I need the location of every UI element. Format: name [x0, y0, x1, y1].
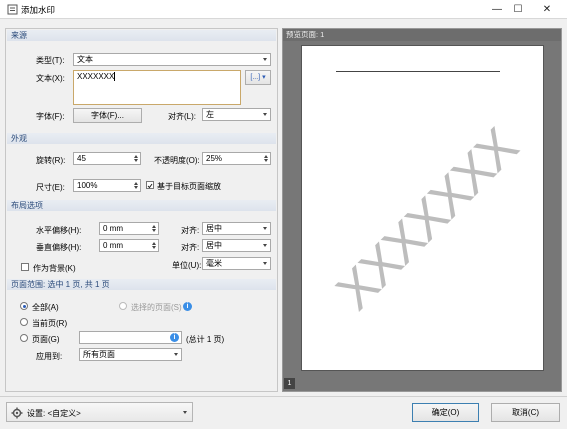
preview-page: XXXXXXX [301, 45, 544, 371]
pages-radio[interactable] [20, 334, 28, 342]
info-icon: i [183, 302, 192, 311]
rotate-spinner[interactable]: 45 [73, 152, 141, 165]
font-button[interactable]: 字体(F)... [73, 108, 142, 123]
apply-select[interactable]: 所有页面 [79, 348, 182, 361]
total-pages-text: (总计 1 页) [186, 335, 225, 344]
preview-header: 预览页面: 1 [283, 29, 561, 41]
close-button[interactable]: ✕ [534, 0, 560, 19]
apply-label: 应用到: [36, 352, 63, 361]
all-pages-label: 全部(A) [32, 303, 59, 312]
opacity-spinner[interactable]: 25% [202, 152, 271, 165]
size-label: 尺寸(E): [36, 183, 65, 192]
source-header: 来源 [7, 30, 276, 41]
valign-label: 对齐: [181, 243, 200, 252]
voffset-label: 垂直偏移(H): [36, 243, 82, 252]
ok-button[interactable]: 确定(O) [412, 403, 479, 422]
maximize-button[interactable]: ☐ [505, 0, 531, 19]
appearance-header: 外观 [7, 133, 276, 144]
settings-select[interactable]: 设置: <自定义> [6, 402, 193, 422]
page-text-line [336, 71, 500, 72]
voffset-spinner[interactable]: 0 mm [99, 239, 159, 252]
background-checkbox[interactable] [21, 263, 29, 271]
background-label: 作为背景(K) [33, 264, 76, 273]
window-title: 添加水印 [21, 5, 56, 15]
settings-gear-icon [11, 407, 23, 419]
page-number: 1 [284, 378, 295, 389]
align-label: 对齐(L): [168, 112, 196, 121]
hoffset-spinner[interactable]: 0 mm [99, 222, 159, 235]
preview-panel: 预览页面: 1 XXXXXXX 1 [282, 28, 562, 392]
opacity-label: 不透明度(O): [154, 156, 200, 165]
current-page-label: 当前页(R) [32, 319, 68, 328]
checkmark-icon [147, 183, 153, 189]
layout-header: 布局选项 [7, 200, 276, 211]
pages-info-icon: i [170, 333, 179, 342]
cancel-button[interactable]: 取消(C) [491, 403, 560, 422]
dialog-footer: 设置: <自定义> 确定(O) 取消(C) [0, 396, 567, 429]
watermark-preview: XXXXXXX [325, 118, 529, 322]
halign-select[interactable]: 居中 [202, 222, 271, 235]
scale-checkbox[interactable] [146, 181, 154, 189]
pages-label: 页面(G) [32, 335, 60, 344]
scale-label: 基于目标页面缩放 [157, 182, 221, 191]
text-label: 文本(X): [36, 74, 65, 83]
unit-select[interactable]: 毫米 [202, 257, 271, 270]
valign-select[interactable]: 居中 [202, 239, 271, 252]
rotate-label: 旋转(R): [36, 156, 66, 165]
halign-label: 对齐: [181, 226, 200, 235]
range-header: 页面范围: 选中 1 页, 共 1 页 [7, 279, 276, 290]
font-label: 字体(F): [36, 112, 65, 121]
title-bar: 添加水印 — ☐ ✕ [0, 0, 567, 19]
selected-pages-radio[interactable] [119, 302, 127, 310]
options-panel: 来源 类型(T): 文本 文本(X): XXXXXXX [...] ▾ 字体(F… [5, 28, 278, 392]
current-page-radio[interactable] [20, 318, 28, 326]
watermark-text-input[interactable]: XXXXXXX [73, 70, 241, 105]
type-label: 类型(T): [36, 56, 65, 65]
align-select[interactable]: 左 [202, 108, 271, 121]
pages-input[interactable] [79, 331, 182, 344]
size-spinner[interactable]: 100% [73, 179, 141, 192]
hoffset-label: 水平偏移(H): [36, 226, 82, 235]
settings-label: 设置: <自定义> [27, 409, 81, 418]
selected-pages-label: 选择的页面(S) [131, 303, 182, 312]
insert-field-button[interactable]: [...] ▾ [245, 70, 271, 85]
unit-label: 单位(U): [172, 261, 202, 270]
all-pages-radio[interactable] [20, 302, 28, 310]
type-select[interactable]: 文本 [73, 53, 271, 66]
chevron-down-icon [183, 411, 187, 414]
app-icon [7, 4, 18, 15]
